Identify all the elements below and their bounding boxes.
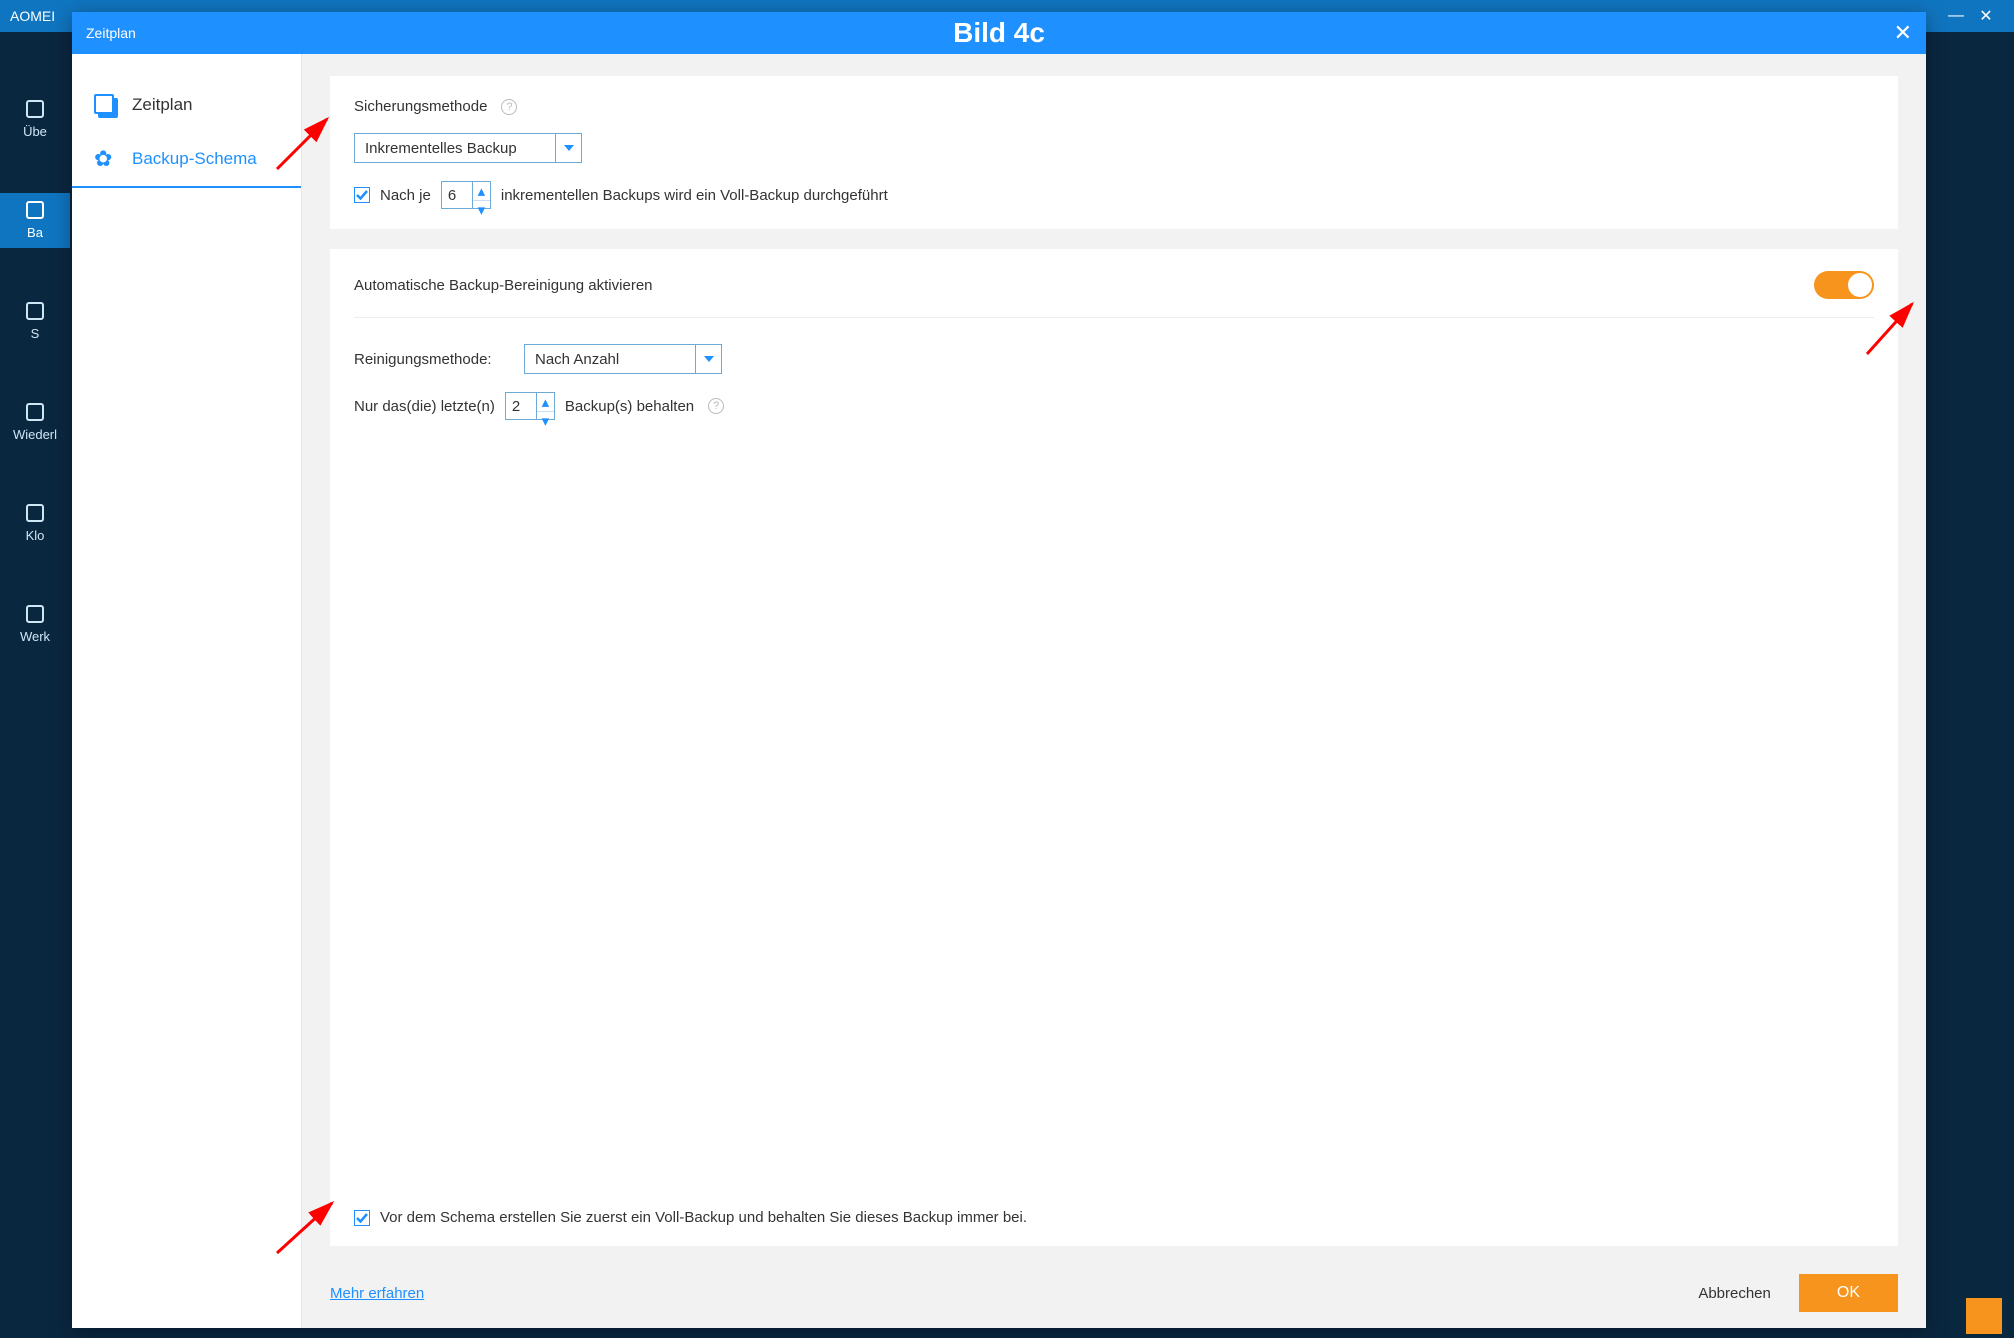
cancel-button[interactable]: Abbrechen [1698, 1285, 1771, 1302]
dropdown-arrow-icon [555, 134, 581, 162]
keep-count: 2 [506, 393, 536, 419]
panel-auto-cleanup: Automatische Backup-Bereinigung aktivier… [330, 249, 1898, 1246]
window-close-icon[interactable]: ✕ [1968, 6, 2004, 26]
dialog-header-left: Zeitplan [86, 25, 206, 41]
dropdown-arrow-icon [695, 345, 721, 373]
nav-item-3[interactable]: Wiederl [0, 395, 70, 450]
sidebar-accent-block [1966, 1298, 2002, 1334]
keep-post: Backup(s) behalten [565, 398, 694, 415]
after-each-pre: Nach je [380, 187, 431, 204]
spin-up-icon[interactable]: ▴ [473, 182, 490, 201]
nav-item-0[interactable]: Übe [0, 92, 70, 147]
after-each-count-spinner[interactable]: 6 ▴▾ [441, 181, 491, 209]
dialog-footer: Mehr erfahren Abbrechen OK [330, 1266, 1898, 1312]
preschema-full-backup-checkbox[interactable] [354, 1210, 370, 1226]
app-sidebar: Übe Ba S Wiederl Klo Werk [0, 32, 70, 1338]
after-each-checkbox[interactable] [354, 187, 370, 203]
backup-method-label: Sicherungsmethode [354, 98, 487, 115]
keep-pre: Nur das(die) letzte(n) [354, 398, 495, 415]
after-each-post: inkrementellen Backups wird ein Voll-Bac… [501, 187, 888, 204]
cleanup-method-select[interactable]: Nach Anzahl [524, 344, 722, 374]
backup-method-value: Inkrementelles Backup [355, 134, 555, 162]
learn-more-link[interactable]: Mehr erfahren [330, 1285, 424, 1302]
nav-item-5[interactable]: Werk [0, 597, 70, 652]
nav-item-2[interactable]: S [0, 294, 70, 349]
auto-cleanup-toggle[interactable] [1814, 271, 1874, 299]
tab-backup-schema[interactable]: ✿ Backup-Schema [72, 132, 301, 188]
schedule-icon [94, 94, 116, 116]
nav-item-1[interactable]: Ba [0, 193, 70, 248]
gear-icon: ✿ [94, 148, 116, 170]
help-icon[interactable]: ? [501, 99, 517, 115]
panel-backup-method: Sicherungsmethode ? Inkrementelles Backu… [330, 76, 1898, 229]
dialog-header-title: Bild 4c [72, 17, 1926, 49]
keep-count-spinner[interactable]: 2 ▴▾ [505, 392, 555, 420]
tab-backup-schema-label: Backup-Schema [132, 149, 257, 169]
after-each-count: 6 [442, 182, 472, 208]
auto-cleanup-label: Automatische Backup-Bereinigung aktivier… [354, 277, 653, 294]
tab-schedule-label: Zeitplan [132, 95, 192, 115]
cleanup-method-label: Reinigungsmethode: [354, 351, 514, 368]
preschema-note: Vor dem Schema erstellen Sie zuerst ein … [380, 1209, 1027, 1226]
help-icon[interactable]: ? [708, 398, 724, 414]
dialog-header: Zeitplan Bild 4c ✕ [72, 12, 1926, 54]
ok-button[interactable]: OK [1799, 1274, 1898, 1312]
spin-down-icon[interactable]: ▾ [473, 201, 490, 219]
tab-schedule[interactable]: Zeitplan [72, 78, 301, 132]
nav-item-4[interactable]: Klo [0, 496, 70, 551]
dialog-close-icon[interactable]: ✕ [1894, 22, 1912, 44]
cleanup-method-value: Nach Anzahl [525, 345, 695, 373]
schedule-dialog: Zeitplan Bild 4c ✕ Zeitplan ✿ Backup-Sch… [72, 12, 1926, 1328]
dialog-tabs: Zeitplan ✿ Backup-Schema [72, 54, 302, 1328]
backup-method-select[interactable]: Inkrementelles Backup [354, 133, 582, 163]
spin-up-icon[interactable]: ▴ [537, 393, 554, 412]
